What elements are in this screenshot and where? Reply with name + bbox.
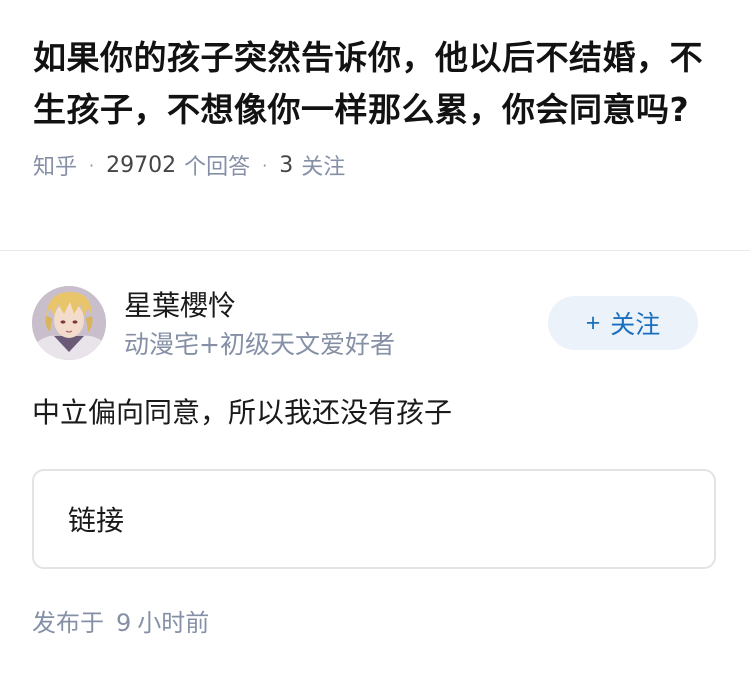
- follow-count: 3: [279, 152, 294, 178]
- question-title[interactable]: 如果你的孩子突然告诉你，他以后不结婚，不生孩子，不想像你一样那么累，你会同意吗?: [33, 32, 716, 136]
- meta-separator: ·: [262, 155, 268, 175]
- anime-avatar-icon: [32, 286, 106, 360]
- follow-button-label: 关注: [610, 311, 661, 339]
- follow-button[interactable]: + 关注: [548, 296, 698, 350]
- source-label[interactable]: 知乎: [33, 149, 77, 181]
- author-name[interactable]: 星葉櫻怜: [124, 288, 236, 324]
- question-meta: 知乎 · 29702 个回答 · 3 关注: [33, 149, 716, 181]
- answer-count-label[interactable]: 个回答: [184, 149, 250, 181]
- publish-number: 9: [116, 609, 132, 637]
- link-card-label: 链接: [68, 504, 125, 537]
- answer-count: 29702: [106, 152, 177, 178]
- publish-prefix: 发布于: [32, 609, 104, 637]
- meta-separator: ·: [89, 155, 95, 175]
- publish-time: 发布于 9 小时前: [32, 607, 209, 639]
- answer-content[interactable]: 中立偏向同意，所以我还没有孩子: [32, 393, 452, 433]
- section-divider: [0, 250, 750, 251]
- author-row: 星葉櫻怜 动漫宅+初级天文爱好者 + 关注: [32, 284, 702, 364]
- link-card[interactable]: 链接: [32, 469, 716, 569]
- publish-suffix: 小时前: [137, 609, 210, 637]
- question-header: 如果你的孩子突然告诉你，他以后不结婚，不生孩子，不想像你一样那么累，你会同意吗?…: [0, 0, 750, 180]
- follow-count-label: 关注: [301, 155, 346, 180]
- author-avatar[interactable]: [32, 286, 106, 360]
- plus-icon: +: [585, 308, 601, 337]
- author-bio: 动漫宅+初级天文爱好者: [124, 330, 395, 359]
